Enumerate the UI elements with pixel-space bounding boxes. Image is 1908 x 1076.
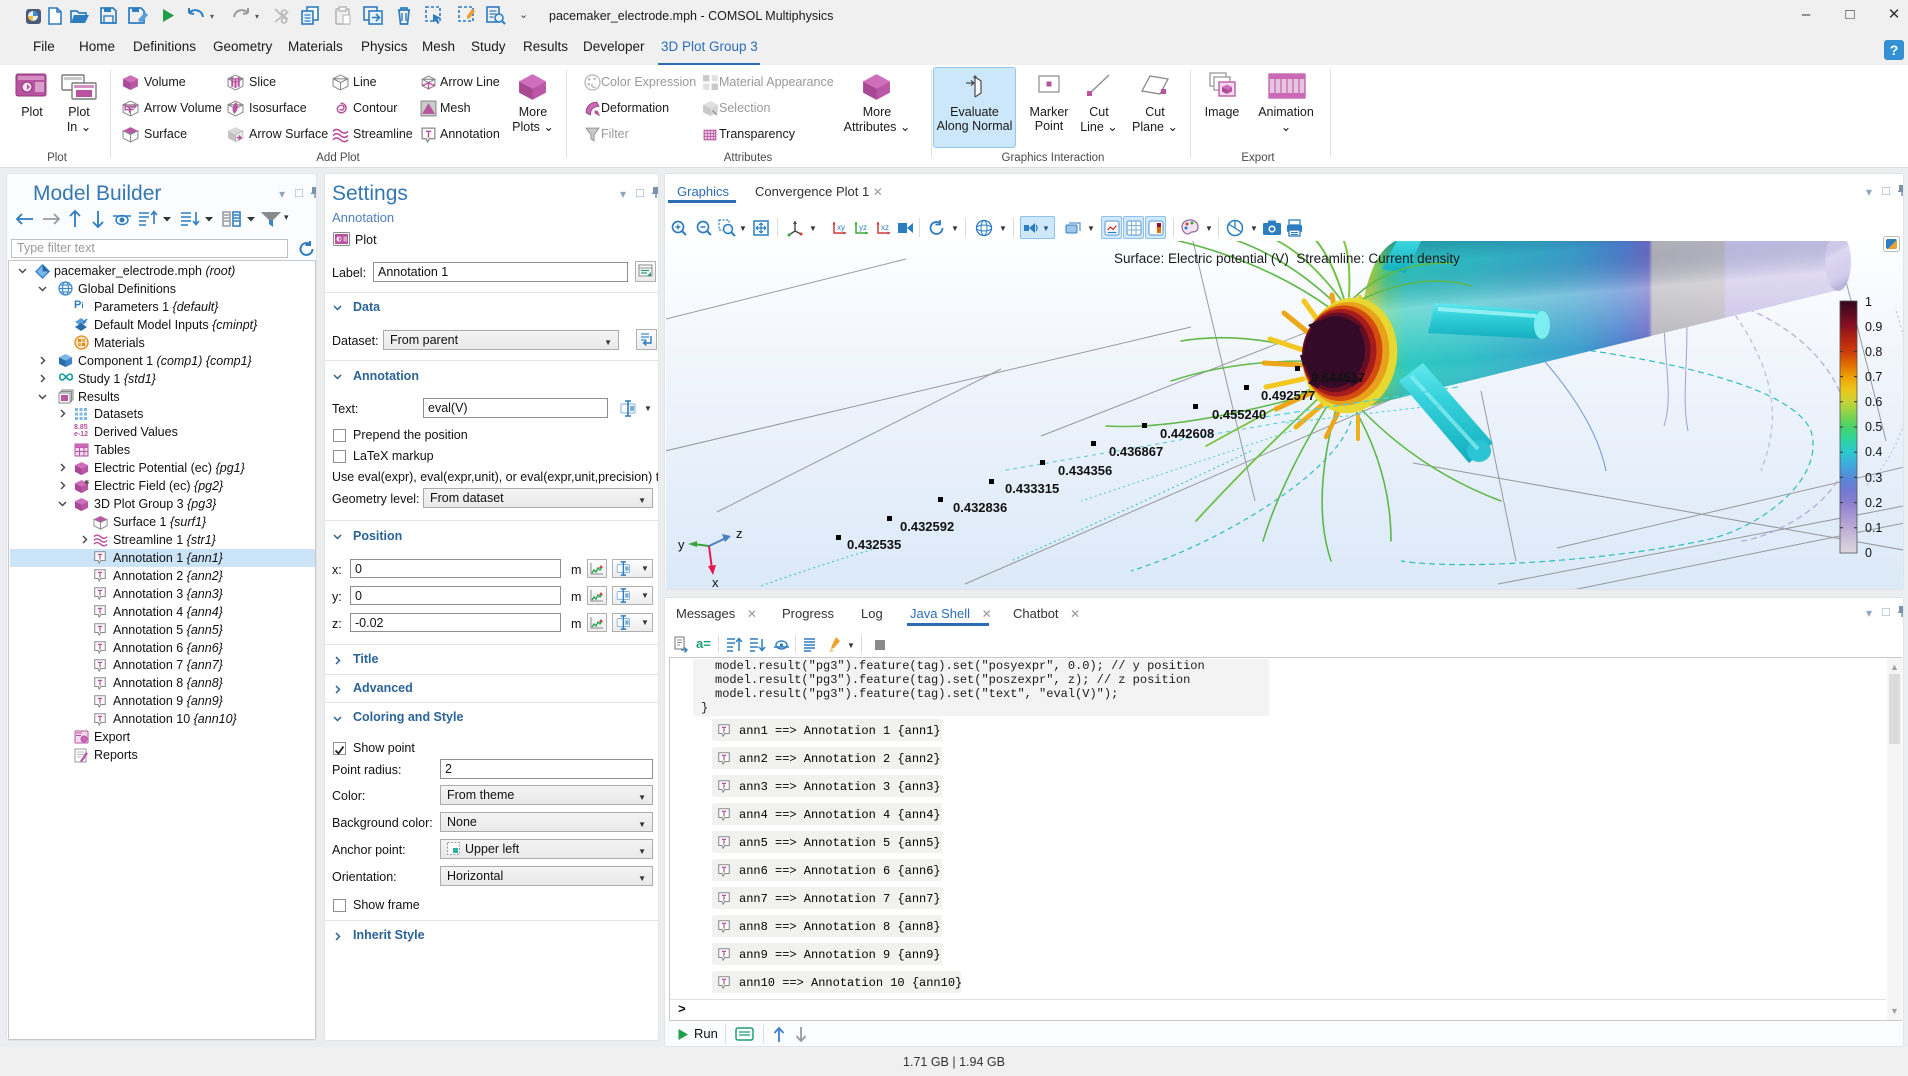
svg-text:xz: xz <box>881 223 889 232</box>
svg-text:0.2: 0.2 <box>1865 496 1882 510</box>
svg-text:y: y <box>678 537 685 552</box>
svg-text:0.492577: 0.492577 <box>1261 388 1315 403</box>
svg-text:yz: yz <box>859 223 867 232</box>
svg-text:0.436867: 0.436867 <box>1109 444 1163 459</box>
svg-text:0.432535: 0.432535 <box>847 537 901 552</box>
svg-text:0.4: 0.4 <box>1865 445 1882 459</box>
svg-text:0.432836: 0.432836 <box>953 500 1007 515</box>
svg-text:xy: xy <box>837 223 845 232</box>
svg-text:z: z <box>736 526 743 541</box>
svg-text:0: 0 <box>1865 546 1872 560</box>
svg-text:1: 1 <box>1865 295 1872 309</box>
svg-text:0.432592: 0.432592 <box>900 519 954 534</box>
svg-text:0.5: 0.5 <box>1865 420 1882 434</box>
svg-text:x: x <box>712 575 719 590</box>
svg-text:Surface: Electric potential (V: Surface: Electric potential (V) Streamli… <box>1114 251 1460 266</box>
svg-text:0.433315: 0.433315 <box>1005 481 1059 496</box>
svg-text:0.442608: 0.442608 <box>1160 426 1214 441</box>
svg-text:0.7: 0.7 <box>1865 370 1882 384</box>
svg-text:0.644517: 0.644517 <box>1311 370 1365 385</box>
svg-text:0.6: 0.6 <box>1865 395 1882 409</box>
svg-text:0.434356: 0.434356 <box>1058 463 1112 478</box>
svg-text:0.9: 0.9 <box>1865 320 1882 334</box>
svg-text:0.8: 0.8 <box>1865 345 1882 359</box>
svg-text:0.1: 0.1 <box>1865 521 1882 535</box>
svg-text:0.455240: 0.455240 <box>1212 407 1266 422</box>
svg-text:0.3: 0.3 <box>1865 471 1882 485</box>
